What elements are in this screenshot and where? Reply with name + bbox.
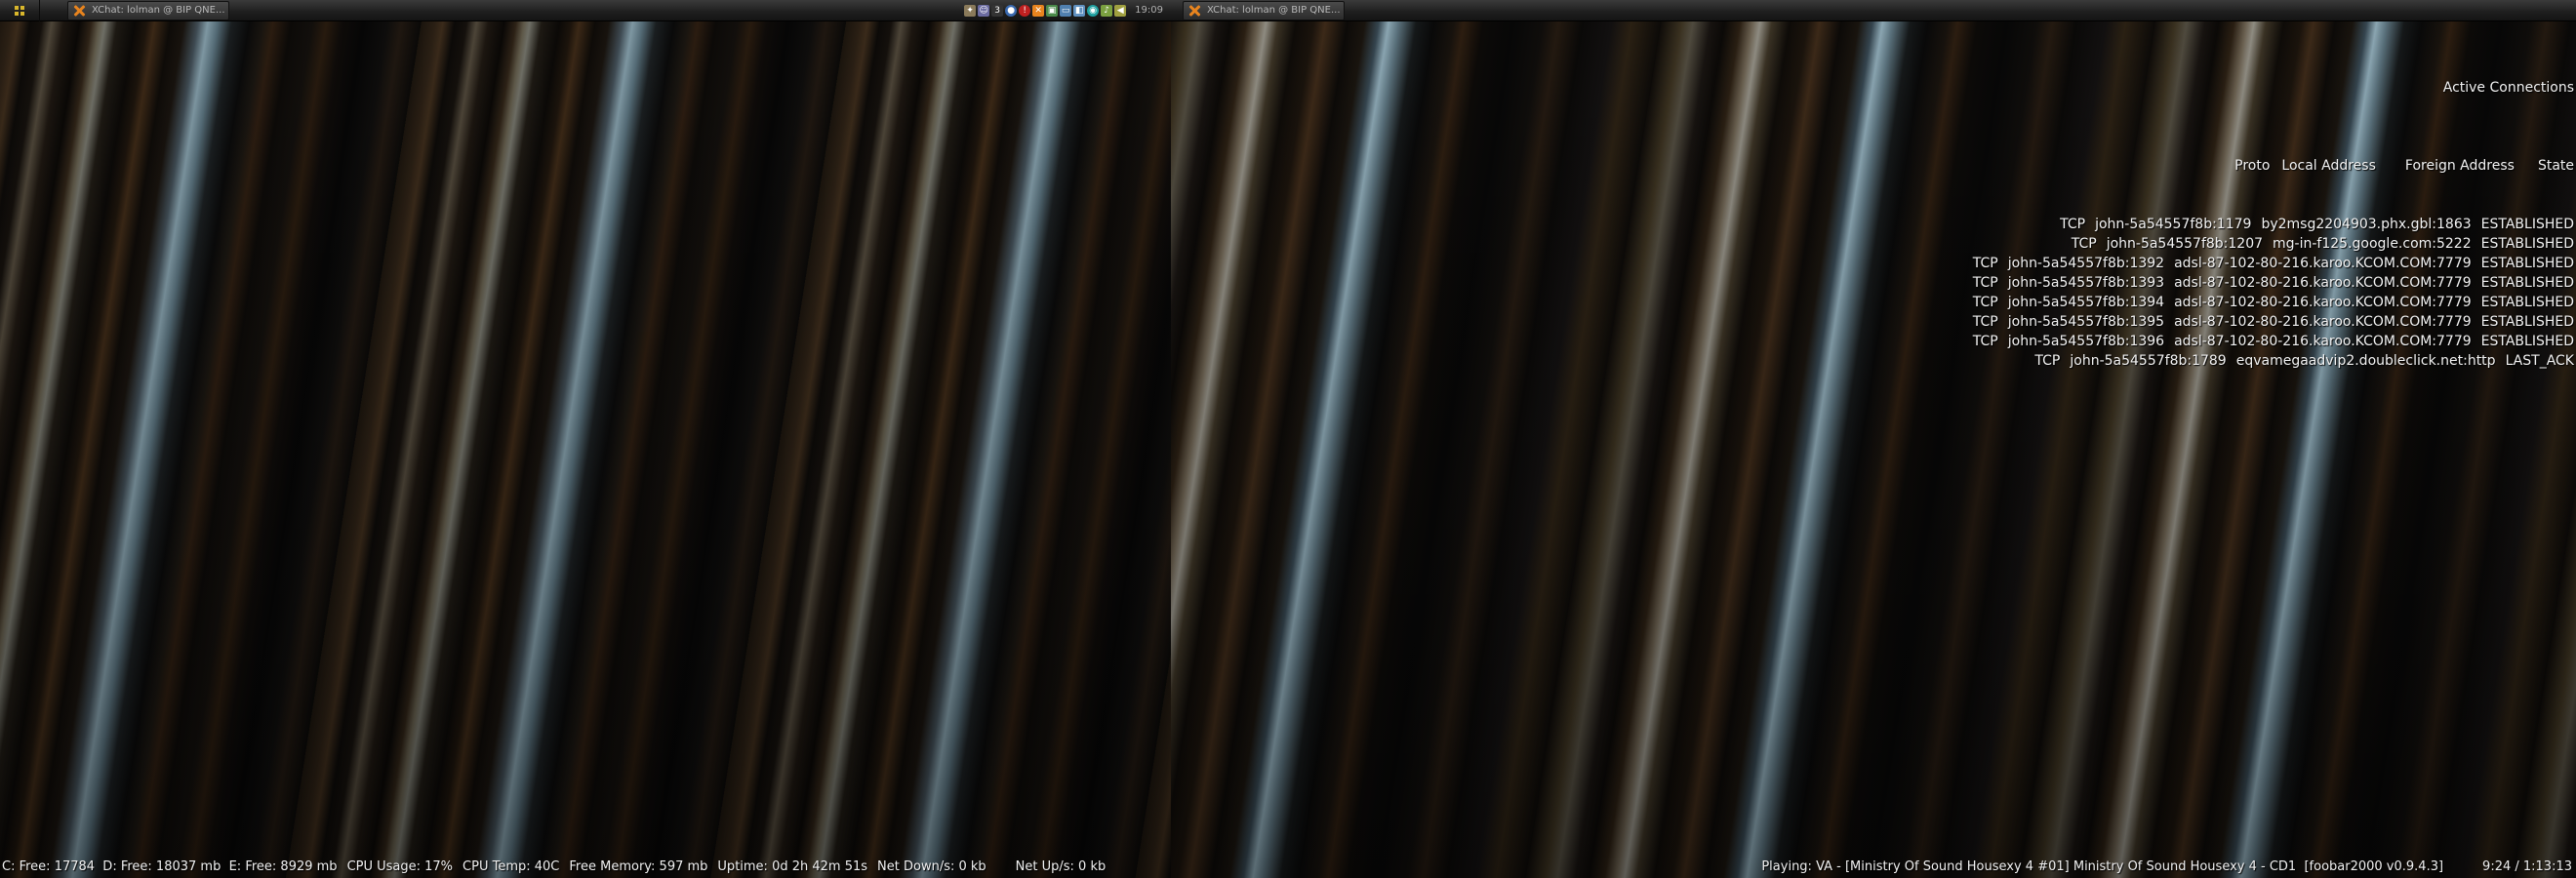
taskbar-item-label: XChat: lolman @ BIP QNE... [92,5,225,16]
connection-foreign-address: adsl-87-102-80-216.karoo.KCOM.COM:7779 [2174,256,2472,271]
connection-proto: TCP [2071,236,2097,252]
connection-proto: TCP [2060,217,2086,232]
start-grid-icon [15,5,24,16]
connection-row: TCP john-5a54557f8b:1394 adsl-87-102-80-21… [1973,293,2574,312]
connection-local-address: john-5a54557f8b:1789 [2070,353,2227,369]
connection-row: TCP john-5a54557f8b:1393 adsl-87-102-80-21… [1973,273,2574,293]
free-memory: Free Memory: 597 mb [569,858,708,874]
connection-row: TCP john-5a54557f8b:1395 adsl-87-102-80-21… [1973,312,2574,332]
number-icon[interactable]: 3 [991,4,1004,17]
connection-local-address: john-5a54557f8b:1392 [2007,256,2165,271]
network-icon[interactable]: ▣ [1046,4,1059,17]
connections-title: Active Connections [2442,80,2574,96]
cpu-temp: CPU Temp: 40C [463,858,560,874]
taskbar-item-label: XChat: lolman @ BIP QNE... [1207,5,1341,16]
connection-row: TCP john-5a54557f8b:1207 mg-in-f125.google… [1973,234,2574,254]
connection-state: ESTABLISHED [2480,236,2574,252]
connection-proto: TCP [1972,314,1998,330]
taskbar-left: XChat: lolman @ BIP QNE... ✦ ☺ 3 ● ! ✕ ▣… [0,0,1171,21]
tray-clock[interactable]: 19:09 [1135,5,1163,16]
connection-row: TCP john-5a54557f8b:1396 adsl-87-102-80-21… [1973,332,2574,351]
connection-local-address: john-5a54557f8b:1393 [2007,275,2165,291]
connection-foreign-address: adsl-87-102-80-216.karoo.KCOM.COM:7779 [2174,334,2472,349]
uptime: Uptime: 0d 2h 42m 51s [717,858,868,874]
start-button[interactable] [0,0,40,21]
connection-foreign-address: adsl-87-102-80-216.karoo.KCOM.COM:7779 [2174,314,2472,330]
desktop: Active Connections Proto Local Address For… [0,0,2576,878]
steam-icon[interactable]: ◉ [1087,4,1100,17]
taskbar-item-xchat-secondary[interactable]: XChat: lolman @ BIP QNE... [1183,0,1345,20]
chat-icon[interactable]: ◧ [1073,4,1086,17]
connections-list: TCP john-5a54557f8b:1179 by2msg2204903.phx… [1973,215,2574,371]
connection-state: ESTABLISHED [2480,217,2574,232]
taskbar-right: XChat: lolman @ BIP QNE... [1171,0,2576,21]
cpu-usage: CPU Usage: 17% [346,858,454,874]
xchat-icon [72,4,86,18]
header-state: State [2537,158,2574,174]
xchat-tray-icon[interactable]: ✕ [1032,4,1045,17]
monitor-icon[interactable]: ▭ [1060,4,1072,17]
system-stats-bar: C: Free: 17784 D: Free: 18037 mb E: Free… [2,855,1115,878]
connection-foreign-address: by2msg2204903.phx.gbl:1863 [2261,217,2472,232]
connection-local-address: john-5a54557f8b:1179 [2095,217,2252,232]
active-connections-widget: Active Connections Proto Local Address For… [1973,39,2574,410]
header-proto: Proto [2234,158,2271,174]
system-tray: ✦ ☺ 3 ● ! ✕ ▣ ▭ ◧ ◉ ♪ ◀ 19:09 [963,0,1171,20]
connection-proto: TCP [1972,275,1998,291]
connection-proto: TCP [1972,256,1998,271]
now-playing-bar: Playing: VA - [Ministry Of Sound Housexy… [1761,855,2572,878]
wallpaper [0,0,1171,878]
connection-state: ESTABLISHED [2480,314,2574,330]
connection-row: TCP john-5a54557f8b:1392 adsl-87-102-80-21… [1973,254,2574,273]
now-playing-text: Playing: VA - [Ministry Of Sound Housexy… [1761,858,2444,874]
connection-foreign-address: adsl-87-102-80-216.karoo.KCOM.COM:7779 [2174,295,2472,310]
connection-foreign-address: eqvamegaadvip2.doubleclick.net:http [2235,353,2496,369]
drive-space: C: Free: 17784 D: Free: 18037 mb E: Free… [2,858,338,874]
connection-row: TCP john-5a54557f8b:1179 by2msg2204903.phx… [1973,215,2574,234]
header-local: Local Address [2281,158,2376,174]
connection-local-address: john-5a54557f8b:1394 [2007,295,2165,310]
connection-proto: TCP [2034,353,2061,369]
taskbar-item-xchat[interactable]: XChat: lolman @ BIP QNE... [67,0,229,20]
connection-state: ESTABLISHED [2480,295,2574,310]
connection-foreign-address: adsl-87-102-80-216.karoo.KCOM.COM:7779 [2174,275,2472,291]
connection-proto: TCP [1972,334,1998,349]
connection-foreign-address: mg-in-f125.google.com:5222 [2273,236,2472,252]
alert-icon[interactable]: ! [1019,4,1031,17]
xchat-icon [1187,4,1201,18]
net-up: Net Up/s: 0 kb [1015,858,1107,874]
user-icon[interactable]: ☺ [978,4,990,17]
volume-icon[interactable]: ♪ [1101,4,1113,17]
connections-header: Proto Local Address Foreign Address State [1973,156,2574,176]
connection-local-address: john-5a54557f8b:1395 [2007,314,2165,330]
monitor-right: Active Connections Proto Local Address For… [1171,0,2576,878]
connection-state: ESTABLISHED [2480,256,2574,271]
connection-proto: TCP [1972,295,1998,310]
connection-local-address: john-5a54557f8b:1396 [2007,334,2165,349]
connection-state: ESTABLISHED [2480,275,2574,291]
net-down: Net Down/s: 0 kb [877,858,986,874]
shield-icon[interactable]: ✦ [964,4,977,17]
track-time: 9:24 / 1:13:13 [2482,858,2572,874]
connection-local-address: john-5a54557f8b:1207 [2106,236,2264,252]
connection-state: ESTABLISHED [2480,334,2574,349]
monitor-left [0,0,1171,878]
globe-icon[interactable]: ● [1005,4,1018,17]
connection-state: LAST_ACK [2505,353,2574,369]
connection-row: TCP john-5a54557f8b:1789 eqvamegaadvip2.do… [1973,351,2574,371]
header-foreign: Foreign Address [2404,158,2515,174]
speaker-icon[interactable]: ◀ [1114,4,1127,17]
